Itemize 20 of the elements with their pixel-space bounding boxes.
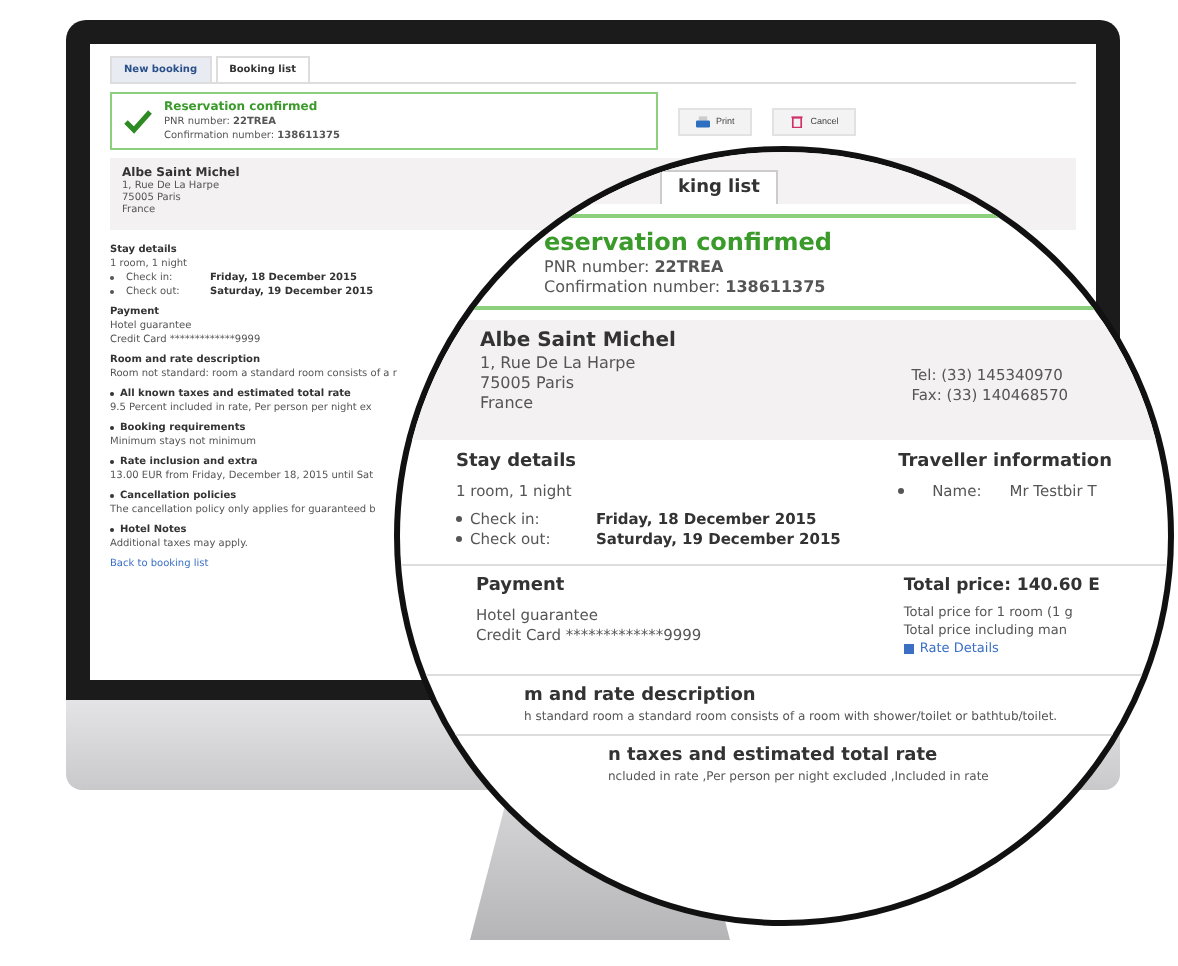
section-heading: Stay details bbox=[456, 452, 577, 472]
bullet-icon bbox=[456, 536, 462, 542]
bullet-icon bbox=[898, 488, 905, 494]
hotel-name: Albe Saint Michel bbox=[480, 330, 676, 352]
tab[interactable]: king list bbox=[660, 170, 778, 204]
address-line: 1, Rue De La Harpe bbox=[480, 354, 636, 372]
trash-icon bbox=[790, 115, 805, 127]
pnr-text: PNR number: 22TREA bbox=[544, 258, 726, 276]
section-heading: Traveller information bbox=[898, 452, 1112, 472]
printer-icon bbox=[696, 115, 710, 127]
address-line: France bbox=[480, 394, 534, 412]
section-heading: Payment bbox=[476, 576, 565, 596]
checkmark-icon bbox=[124, 109, 152, 133]
confirmation-title: eservation confirmed bbox=[544, 228, 835, 256]
confirmation-number: Confirmation number: 138611375 bbox=[544, 278, 828, 296]
section-heading: m and rate description bbox=[524, 686, 756, 706]
address-line: 75005 Paris bbox=[480, 374, 575, 392]
policy-title: n taxes and estimated total rate bbox=[608, 746, 938, 766]
total-price: Total price: 140.60 E bbox=[903, 576, 1100, 596]
bullet-icon bbox=[456, 516, 462, 522]
